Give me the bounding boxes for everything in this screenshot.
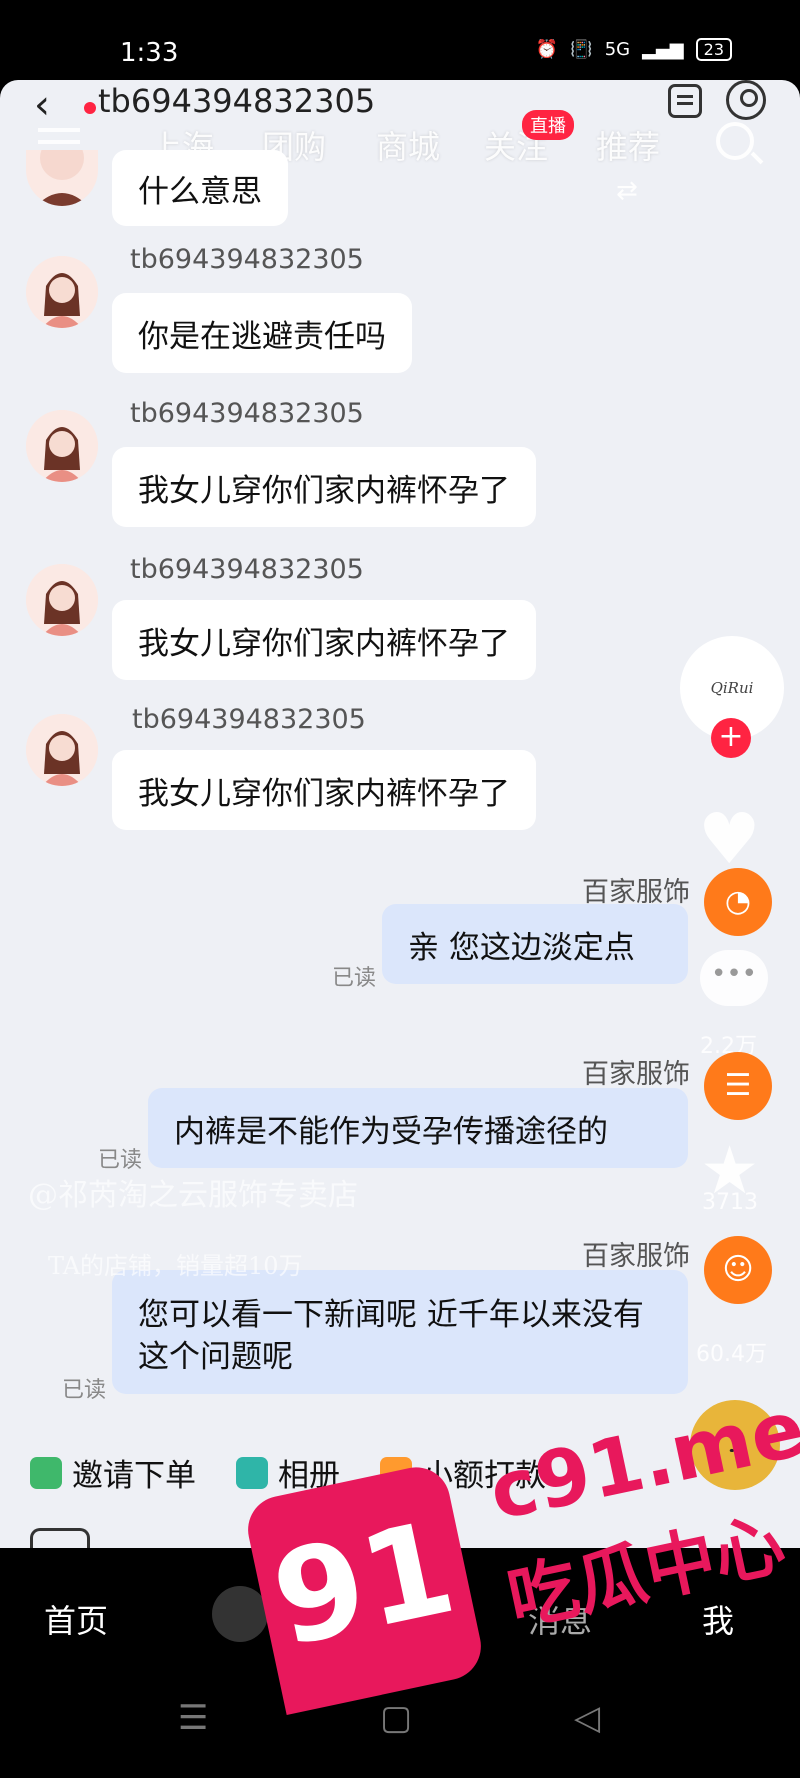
invite-order-label: 邀请下单 — [72, 1458, 196, 1494]
invite-order-icon — [30, 1456, 62, 1489]
search-icon[interactable] — [716, 122, 754, 160]
avatar[interactable] — [26, 150, 98, 206]
home-icon[interactable]: ▢ — [380, 1698, 412, 1738]
avatar[interactable] — [26, 256, 98, 328]
status-bar: 1:33 ⏰ 📳 5G ▂▄▆ 23 — [0, 0, 800, 80]
message-bubble: 您可以看一下新闻呢 近千年以来没有这个问题呢 — [112, 1270, 688, 1394]
message-bubble: 我女儿穿你们家内裤怀孕了 — [112, 750, 536, 830]
tab-messages[interactable]: 消息 — [528, 1596, 592, 1642]
back-nav-icon[interactable]: ◁ — [574, 1698, 600, 1738]
small-payment-icon — [380, 1456, 412, 1489]
read-status: 已读 — [332, 966, 377, 991]
tab-home[interactable]: 首页 — [44, 1596, 108, 1642]
shop-name-overlay: @祁芮淘之云服饰专卖店 — [28, 1178, 358, 1213]
tab-avatar[interactable] — [212, 1586, 268, 1642]
sender-name: 百家服饰 — [582, 1059, 690, 1090]
nav-item-mall[interactable]: 商城 — [376, 122, 440, 168]
bottom-tab-bar: 首页 + 消息 我 — [0, 1548, 800, 1668]
swap-icon: ⇄ — [616, 176, 638, 206]
sender-name: tb694394832305 — [130, 398, 364, 429]
keyboard-toggle-icon[interactable] — [30, 1528, 90, 1548]
small-payment-button[interactable]: 小额打款 — [380, 1450, 546, 1495]
tab-me[interactable]: 我 — [702, 1596, 734, 1642]
publish-plus-button[interactable]: + — [362, 1586, 432, 1640]
avatar[interactable] — [26, 564, 98, 636]
system-navigation-bar: ☰ ▢ ◁ — [0, 1668, 800, 1778]
alarm-icon: ⏰ — [535, 39, 559, 60]
recent-apps-icon[interactable]: ☰ — [178, 1698, 208, 1738]
signal-icon: ▂▄▆ — [642, 39, 684, 60]
orange-avatar-icon[interactable]: ☺ — [704, 1236, 772, 1304]
album-icon — [236, 1456, 268, 1489]
quick-actions: 邀请下单 相册 小额打款 — [30, 1450, 546, 1495]
follow-plus-button[interactable]: + — [711, 718, 751, 758]
album-button[interactable]: 相册 — [236, 1450, 340, 1495]
sender-name: tb694394832305 — [132, 704, 366, 735]
music-disc-icon[interactable]: ♫ — [690, 1400, 780, 1490]
sender-name: tb694394832305 — [130, 554, 364, 585]
share-count: 60.4万 — [696, 1342, 767, 1367]
star-count: 3713 — [702, 1190, 758, 1215]
avatar[interactable] — [26, 410, 98, 482]
network-label: 5G — [604, 39, 631, 60]
message-bubble: 什么意思 — [112, 150, 288, 226]
message-bubble: 我女儿穿你们家内裤怀孕了 — [112, 600, 536, 680]
heart-icon[interactable]: ♥ — [698, 798, 761, 880]
status-time: 1:33 — [120, 38, 179, 68]
sender-name: tb694394832305 — [130, 244, 364, 275]
comment-icon[interactable]: ••• — [700, 950, 768, 1006]
orange-sticker-icon[interactable]: ◔ — [704, 868, 772, 936]
message-bubble: 亲 您这边淡定点 — [382, 904, 688, 984]
message-bubble: 内裤是不能作为受孕传播途径的 — [148, 1088, 688, 1168]
vibrate-icon: 📳 — [570, 39, 593, 60]
album-label: 相册 — [278, 1458, 340, 1494]
nav-item-recommend[interactable]: 推荐 — [596, 122, 660, 168]
live-badge[interactable]: 直播 — [522, 110, 574, 140]
status-icons: ⏰ 📳 5G ▂▄▆ 23 — [536, 38, 732, 61]
orange-menu-icon[interactable]: ☰ — [704, 1052, 772, 1120]
avatar[interactable] — [26, 714, 98, 786]
sender-name: 百家服饰 — [582, 1241, 690, 1272]
message-bubble: 我女儿穿你们家内裤怀孕了 — [112, 447, 536, 527]
chat-screen: ‹ tb694394832305 上海 团购 商城 关注 直播 推荐 ⇄ 什么意… — [0, 80, 800, 1548]
read-status: 已读 — [62, 1378, 107, 1403]
menu-icon[interactable] — [38, 128, 80, 132]
shop-stats-overlay: TA的店铺，销量超10万 — [48, 1252, 303, 1280]
message-bubble: 你是在逃避责任吗 — [112, 293, 412, 373]
invite-order-button[interactable]: 邀请下单 — [30, 1450, 196, 1495]
battery-level: 23 — [695, 38, 732, 61]
small-payment-label: 小额打款 — [422, 1458, 546, 1494]
